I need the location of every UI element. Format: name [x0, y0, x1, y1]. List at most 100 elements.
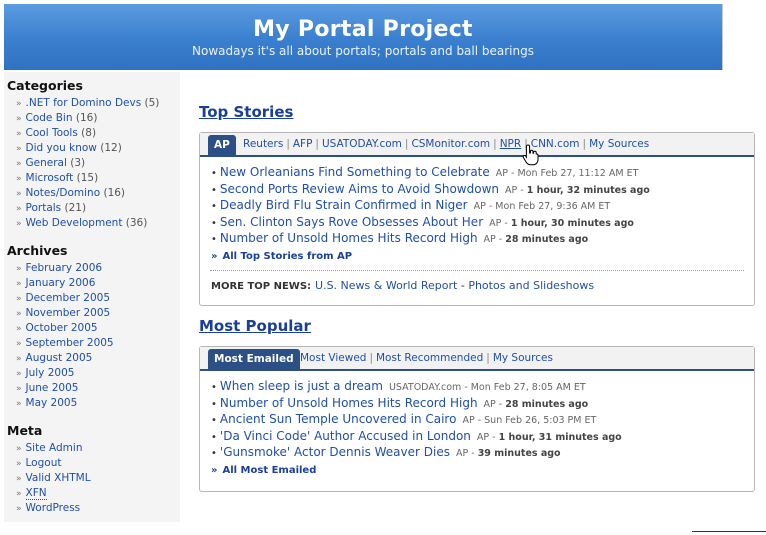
archive-item[interactable]: » August 2005 — [16, 351, 180, 366]
meta-item[interactable]: » XFN — [16, 486, 180, 501]
story-headline[interactable]: 'Gunsmoke' Actor Dennis Weaver Dies — [220, 445, 450, 459]
story-headline[interactable]: Ancient Sun Temple Uncovered in Cairo — [220, 412, 457, 426]
story-source-text: AP - — [489, 217, 511, 229]
archives-list: » February 2006 » January 2006 » December 2… — [4, 261, 180, 411]
archive-item[interactable]: » May 2005 — [16, 396, 180, 411]
category-item[interactable]: » General (3) — [16, 156, 180, 171]
story-source: AP - Mon Feb 27, 9:36 AM ET — [474, 201, 611, 212]
archive-item[interactable]: » June 2005 — [16, 381, 180, 396]
category-item[interactable]: » Code Bin (16) — [16, 111, 180, 126]
top-stories-tabs: Reuters | AFP | USATODAY.com | CSMonitor.com | N… — [243, 137, 649, 151]
category-link[interactable]: Notes/Domino — [26, 187, 101, 199]
story-source-text: AP - — [483, 398, 506, 410]
meta-item[interactable]: » Valid XHTML — [16, 471, 180, 486]
site-tagline: Nowadays it's all about portals; portals… — [192, 44, 534, 58]
archive-link[interactable]: October 2005 — [26, 322, 98, 334]
story-headline[interactable]: When sleep is just a dream — [220, 379, 383, 393]
most-popular-tabs: Most Viewed | Most Recommended | My Sources — [300, 351, 553, 365]
archive-item[interactable]: » January 2006 — [16, 276, 180, 291]
story-headline[interactable]: Second Ports Review Aims to Avoid Showdo… — [220, 182, 499, 196]
archive-link[interactable]: January 2006 — [26, 277, 96, 289]
archive-item[interactable]: » October 2005 — [16, 321, 180, 336]
tab-afp[interactable]: AFP — [293, 138, 313, 150]
category-link[interactable]: Web Development — [26, 217, 123, 229]
story-ago: 39 minutes ago — [477, 448, 561, 459]
double-chevron-icon: » — [211, 250, 218, 262]
archive-link[interactable]: June 2005 — [26, 382, 79, 394]
archive-link[interactable]: May 2005 — [26, 397, 78, 409]
site-title[interactable]: My Portal Project — [4, 17, 722, 42]
story-ago: 1 hour, 31 minutes ago — [498, 431, 622, 443]
tab-reuters[interactable]: Reuters — [243, 138, 283, 150]
tab-npr[interactable]: NPR — [500, 138, 521, 150]
double-chevron-icon: » — [16, 339, 22, 349]
category-link[interactable]: Microsoft — [26, 172, 74, 184]
story-source: AP - 1 hour, 32 minutes ago — [505, 185, 650, 196]
valid-xhtml-link[interactable]: Valid XHTML — [26, 472, 91, 484]
meta-heading: Meta — [7, 423, 43, 438]
bullet-icon: • — [211, 168, 217, 179]
category-count: (15) — [76, 172, 99, 184]
tab-my-sources[interactable]: My Sources — [493, 352, 553, 364]
category-item[interactable]: » Microsoft (15) — [16, 171, 180, 186]
archive-link[interactable]: December 2005 — [26, 292, 111, 304]
tab-my-sources[interactable]: My Sources — [589, 138, 649, 150]
site-admin-link[interactable]: Site Admin — [26, 442, 83, 454]
category-item[interactable]: » Cool Tools (8) — [16, 126, 180, 141]
story-headline[interactable]: Sen. Clinton Says Rove Obsesses About He… — [220, 215, 483, 229]
category-item[interactable]: » Web Development (36) — [16, 216, 180, 231]
all-most-emailed-link[interactable]: » All Most Emailed — [211, 465, 754, 476]
archive-item[interactable]: » September 2005 — [16, 336, 180, 351]
tab-usatoday[interactable]: USATODAY.com — [322, 138, 402, 150]
category-link[interactable]: Portals — [26, 202, 62, 214]
tab-most-viewed[interactable]: Most Viewed — [300, 352, 366, 364]
wordpress-link[interactable]: WordPress — [26, 502, 81, 514]
archive-link[interactable]: August 2005 — [26, 352, 93, 364]
category-item[interactable]: » Did you know (12) — [16, 141, 180, 156]
bullet-icon: • — [211, 184, 217, 196]
category-item[interactable]: » .NET for Domino Devs (5) — [16, 96, 180, 111]
category-link[interactable]: Cool Tools — [26, 127, 78, 139]
photos-slideshows-link[interactable]: Photos and Slideshows — [468, 279, 594, 292]
meta-item[interactable]: » Logout — [16, 456, 180, 471]
story-headline[interactable]: New Orleanians Find Something to Celebra… — [220, 165, 490, 179]
logout-link[interactable]: Logout — [26, 457, 62, 469]
all-top-stories-label: All Top Stories from AP — [222, 250, 353, 262]
tab-most-recommended[interactable]: Most Recommended — [376, 352, 483, 364]
category-link[interactable]: General — [26, 157, 67, 169]
story-headline[interactable]: 'Da Vinci Code' Author Accused in London — [220, 429, 471, 443]
tab-ap[interactable]: AP — [208, 135, 236, 155]
archive-link[interactable]: September 2005 — [26, 337, 114, 349]
archive-item[interactable]: » February 2006 — [16, 261, 180, 276]
tab-most-emailed[interactable]: Most Emailed — [208, 349, 300, 369]
tab-separator: | — [486, 352, 490, 364]
story-headline[interactable]: Number of Unsold Homes Hits Record High — [220, 231, 478, 245]
archive-link[interactable]: February 2006 — [26, 262, 103, 274]
usnews-link[interactable]: U.S. News & World Report — [315, 279, 457, 292]
story-headline[interactable]: Deadly Bird Flu Strain Confirmed in Nige… — [220, 198, 468, 212]
category-count: (21) — [64, 202, 87, 214]
category-item[interactable]: » Portals (21) — [16, 201, 180, 216]
archive-item[interactable]: » December 2005 — [16, 291, 180, 306]
meta-item[interactable]: » WordPress — [16, 501, 180, 516]
category-count: (16) — [75, 112, 98, 124]
bullet-icon: • — [211, 217, 217, 229]
category-link[interactable]: Code Bin — [26, 112, 73, 124]
most-popular-title[interactable]: Most Popular — [199, 317, 311, 335]
xfn-link[interactable]: XFN — [25, 487, 47, 500]
category-link[interactable]: Did you know — [26, 142, 97, 154]
site-header: My Portal Project Nowadays it's all abou… — [4, 4, 723, 70]
tab-csmonitor[interactable]: CSMonitor.com — [411, 138, 490, 150]
meta-item[interactable]: » Site Admin — [16, 441, 180, 456]
story-headline[interactable]: Number of Unsold Homes Hits Record High — [220, 396, 478, 410]
archive-item[interactable]: » July 2005 — [16, 366, 180, 381]
all-most-emailed-label: All Most Emailed — [222, 464, 317, 476]
archive-link[interactable]: November 2005 — [26, 307, 111, 319]
archive-link[interactable]: July 2005 — [26, 367, 75, 379]
archive-item[interactable]: » November 2005 — [16, 306, 180, 321]
category-item[interactable]: » Notes/Domino (16) — [16, 186, 180, 201]
story-source: USATODAY.com - Mon Feb 27, 8:05 AM ET — [389, 382, 586, 393]
category-link[interactable]: .NET for Domino Devs — [26, 97, 142, 109]
all-top-stories-link[interactable]: » All Top Stories from AP — [211, 251, 754, 262]
top-stories-title[interactable]: Top Stories — [199, 103, 293, 121]
